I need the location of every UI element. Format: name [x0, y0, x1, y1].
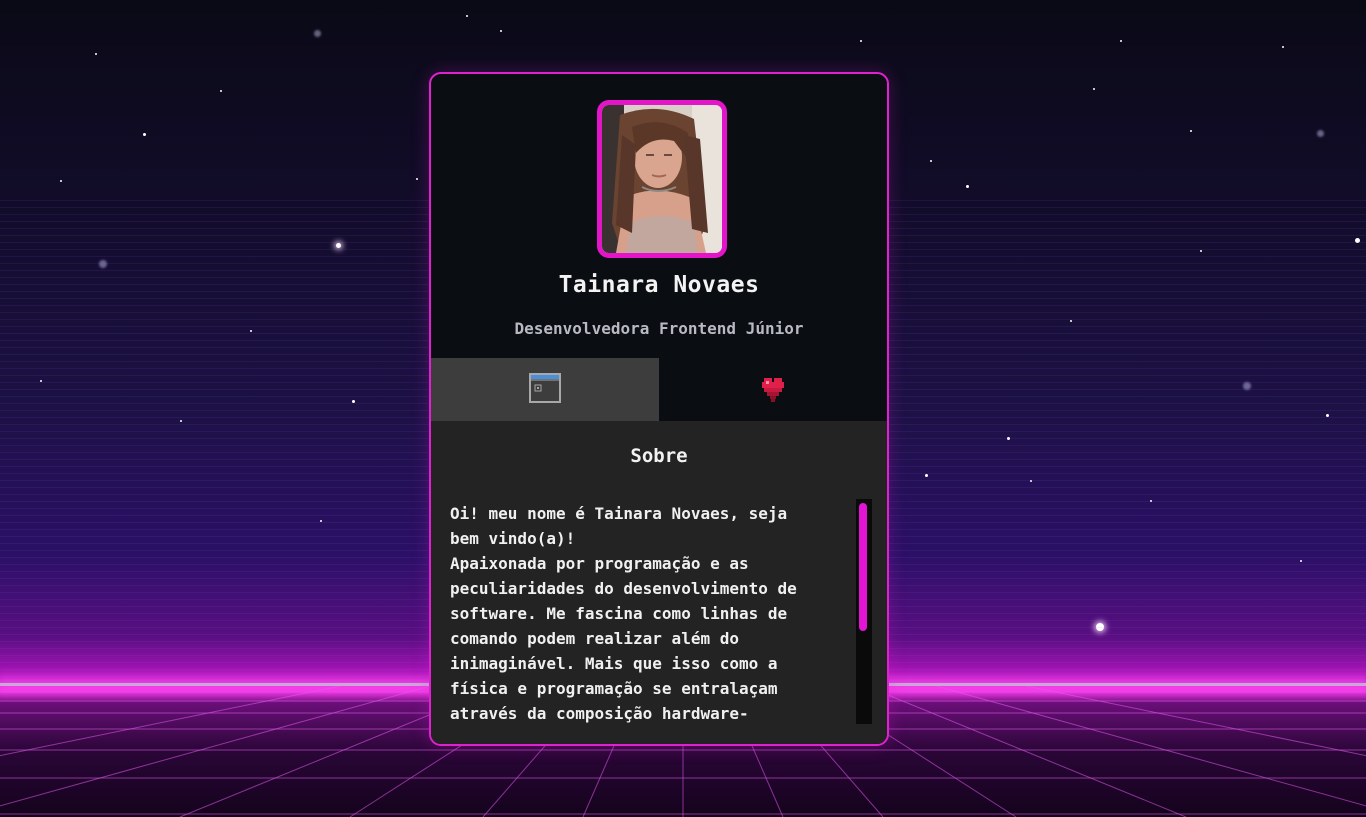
- profile-role: Desenvolvedora Frontend Júnior: [514, 319, 804, 338]
- star: [95, 53, 97, 55]
- star: [1326, 414, 1329, 417]
- star: [250, 330, 252, 332]
- star: [336, 243, 341, 248]
- star: [500, 30, 502, 32]
- star: [143, 133, 146, 136]
- about-panel: Sobre Oi! meu nome é Tainara Novaes, sej…: [431, 421, 887, 744]
- star: [1282, 46, 1284, 48]
- tab-bar: [431, 358, 887, 421]
- star: [416, 178, 418, 180]
- star: [40, 380, 42, 382]
- tab-favorites[interactable]: [659, 358, 887, 421]
- star: [1190, 130, 1192, 132]
- star: [1150, 500, 1152, 502]
- star: [1093, 88, 1095, 90]
- scrollbar-thumb[interactable]: [859, 503, 867, 631]
- avatar: [597, 100, 727, 258]
- about-text[interactable]: Oi! meu nome é Tainara Novaes, seja bem …: [450, 501, 830, 726]
- heart-icon: [762, 374, 784, 406]
- star: [1355, 238, 1360, 243]
- star: [1030, 480, 1032, 482]
- star: [99, 260, 107, 268]
- star: [1317, 130, 1324, 137]
- star: [966, 185, 969, 188]
- star: [1120, 40, 1122, 42]
- star: [1243, 382, 1251, 390]
- star: [466, 15, 468, 17]
- star: [1200, 250, 1202, 252]
- star: [925, 474, 928, 477]
- profile-card: Tainara Novaes Desenvolvedora Frontend J…: [429, 72, 889, 746]
- star: [1070, 320, 1072, 322]
- star: [1300, 560, 1302, 562]
- window-icon: [529, 372, 561, 407]
- tab-about[interactable]: [431, 358, 659, 421]
- star: [314, 30, 321, 37]
- star: [860, 40, 862, 42]
- profile-name: Tainara Novaes: [558, 272, 760, 298]
- star: [1096, 623, 1104, 631]
- star: [352, 400, 355, 403]
- star: [180, 420, 182, 422]
- star: [1007, 437, 1010, 440]
- star: [320, 520, 322, 522]
- star: [930, 160, 932, 162]
- section-title: Sobre: [630, 445, 688, 467]
- scrollbar-track[interactable]: [856, 499, 872, 724]
- star: [60, 180, 62, 182]
- star: [220, 90, 222, 92]
